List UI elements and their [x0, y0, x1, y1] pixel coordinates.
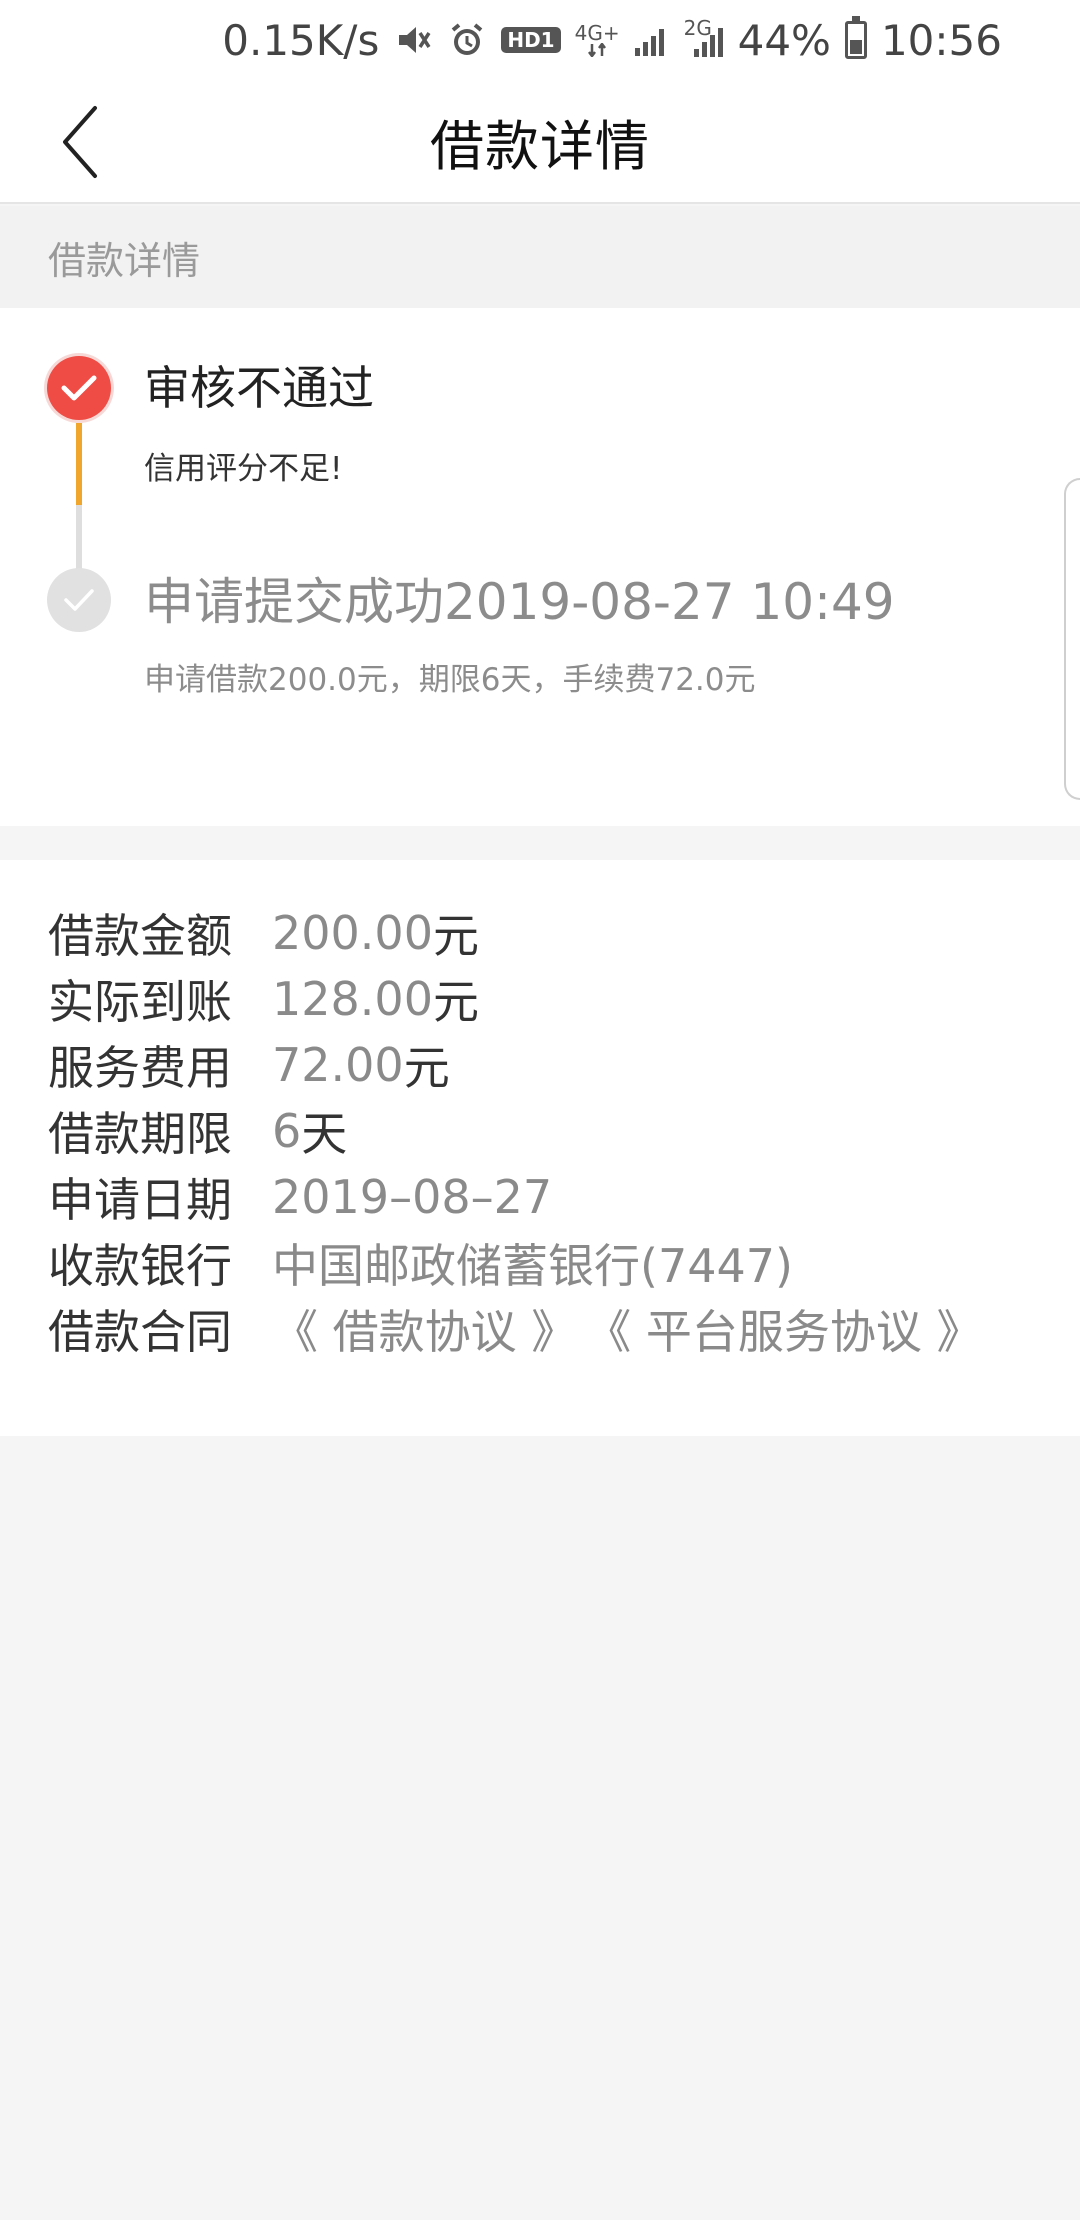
detail-unit: 元 [432, 975, 479, 1029]
detail-row-date: 申请日期 2019–08–27 [0, 1164, 1080, 1230]
loan-details-card: 借款金额 200.00 元 实际到账 128.00 元 服务费用 72.00 元… [0, 860, 1080, 1436]
detail-label: 借款合同 [48, 1305, 232, 1359]
battery-fill [849, 39, 862, 54]
hd-icon: HD1 [501, 27, 561, 53]
title-bar: 借款详情 [0, 80, 1080, 204]
detail-label: 收款银行 [48, 1239, 232, 1293]
timeline-step-desc: 信用评分不足! [144, 451, 343, 487]
timeline-step-title: 审核不通过 [144, 361, 374, 415]
battery-percent: 44% [737, 15, 831, 65]
timeline-step-title: 申请提交成功2019-08-27 10:49 [144, 573, 895, 631]
detail-value: 72.00 [272, 1038, 404, 1092]
detail-value: 6 [272, 1104, 302, 1158]
check-icon [61, 375, 97, 401]
detail-row-service-fee: 服务费用 72.00 元 [0, 1032, 1080, 1098]
detail-value: 128.00 [272, 972, 433, 1026]
network-speed: 0.15K/s [222, 15, 380, 65]
signal-2g-icon: 2G [684, 18, 724, 58]
battery-icon [844, 16, 867, 59]
detail-row-term: 借款期限 6 天 [0, 1098, 1080, 1164]
check-icon [64, 589, 94, 611]
timeline-connector-inactive [76, 505, 82, 575]
detail-label: 借款金额 [48, 909, 232, 963]
loan-agreement-link[interactable]: 《 借款协议 》 [272, 1296, 577, 1362]
timeline-step-desc: 申请借款200.0元，期限6天，手续费72.0元 [144, 662, 756, 698]
page-title: 借款详情 [430, 114, 650, 178]
platform-service-agreement-link[interactable]: 《 平台服务协议 》 [585, 1296, 982, 1362]
alarm-icon [447, 20, 487, 60]
detail-row-amount: 借款金额 200.00 元 [0, 900, 1080, 966]
timeline-step-submitted-marker [47, 568, 111, 632]
timeline-connector-active [76, 423, 82, 505]
detail-value: 200.00 [272, 906, 433, 960]
detail-label: 实际到账 [48, 975, 232, 1029]
detail-row-bank: 收款银行 中国邮政储蓄银行(7447) [0, 1230, 1080, 1296]
detail-unit: 天 [301, 1107, 348, 1161]
network-4g-icon: 4G+ [575, 23, 620, 57]
section-label: 借款详情 [0, 206, 1080, 308]
detail-label: 服务费用 [48, 1041, 232, 1095]
timeline-card: 审核不通过 信用评分不足! 申请提交成功2019-08-27 10:49 申请借… [0, 308, 1080, 826]
mute-icon [393, 20, 433, 60]
side-drawer-handle[interactable] [1064, 478, 1080, 800]
detail-row-contract: 借款合同 《 借款协议 》 《 平台服务协议 》 [0, 1296, 1080, 1362]
detail-value: 2019–08–27 [272, 1170, 553, 1224]
detail-label: 申请日期 [48, 1173, 232, 1227]
signal-icon [634, 23, 670, 57]
detail-value: 中国邮政储蓄银行(7447) [272, 1239, 793, 1293]
back-button[interactable] [50, 102, 110, 182]
status-bar: 0.15K/s HD1 4G+ 2G 44% 10:56 [0, 0, 1080, 80]
chevron-left-icon [63, 106, 97, 178]
detail-unit: 元 [403, 1041, 450, 1095]
clock: 10:56 [880, 15, 1002, 65]
detail-row-received: 实际到账 128.00 元 [0, 966, 1080, 1032]
detail-unit: 元 [432, 909, 479, 963]
detail-label: 借款期限 [48, 1107, 232, 1161]
network-4g-label: 4G+ [574, 21, 620, 45]
timeline-step-rejected-marker [47, 356, 111, 420]
